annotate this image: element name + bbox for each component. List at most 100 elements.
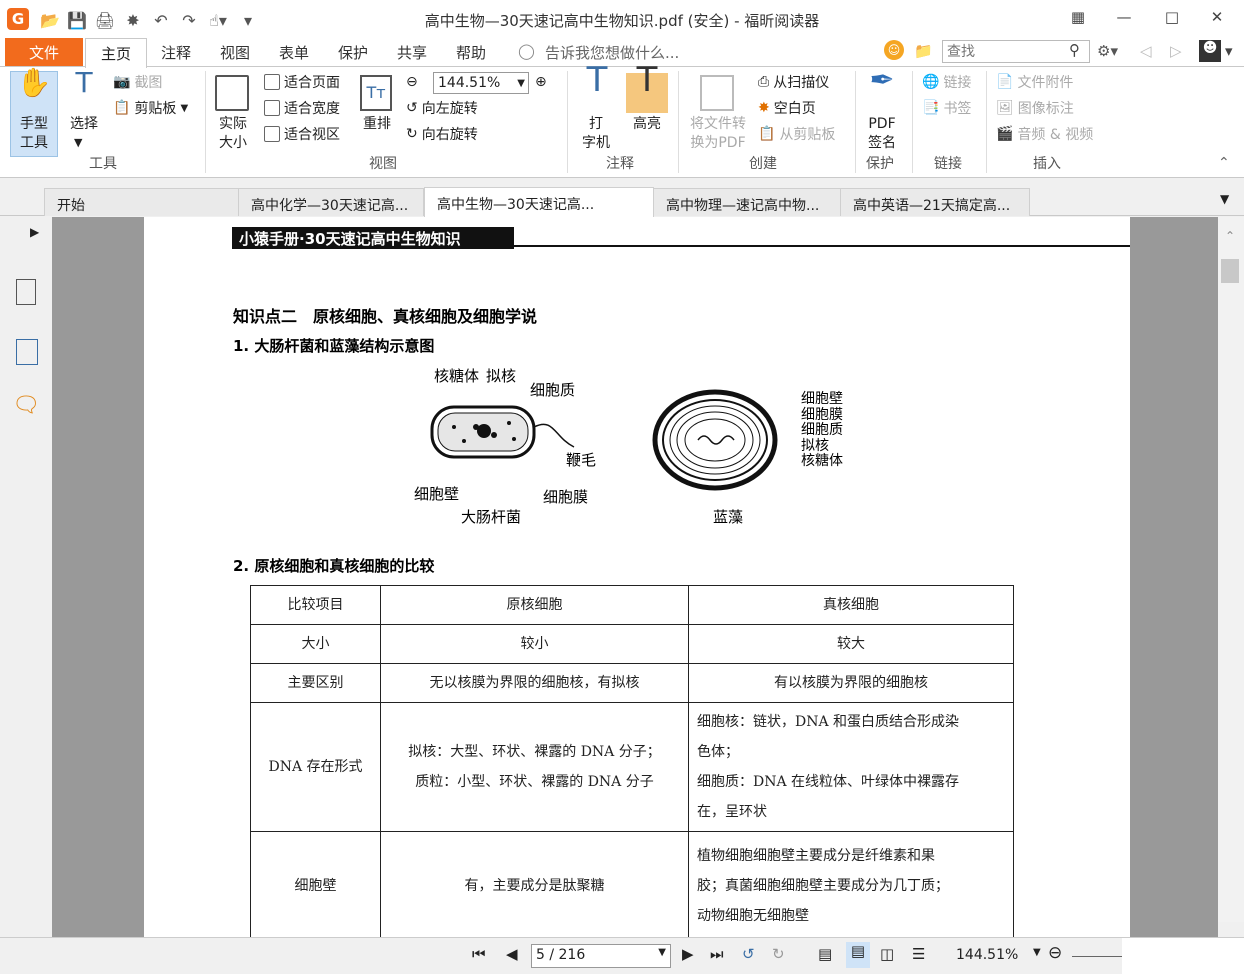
pages-icon[interactable]: [16, 279, 36, 305]
tab-view[interactable]: 视图: [220, 42, 250, 63]
search-icon[interactable]: ⚲: [1069, 41, 1080, 59]
zoom-level[interactable]: 144.51%: [956, 947, 1018, 963]
tab-help[interactable]: 帮助: [456, 42, 486, 63]
prev-arrow-icon[interactable]: ◁: [1140, 42, 1152, 60]
continuous-page-icon[interactable]: ▤: [846, 942, 870, 968]
zoom-in-icon[interactable]: ⊕: [535, 71, 547, 93]
scroll-up-icon[interactable]: ⌃: [1225, 229, 1235, 243]
typewriter-label[interactable]: 打 字机: [576, 115, 616, 153]
ecoli-label-cell-wall: 细胞壁: [414, 485, 460, 503]
comments-icon[interactable]: 🗨: [12, 393, 40, 418]
fit-width-button[interactable]: 适合宽度: [264, 97, 340, 119]
zoom-out-icon[interactable]: ⊖: [406, 71, 418, 93]
user-avatar-icon[interactable]: ☻: [1199, 40, 1221, 62]
highlight-label[interactable]: 高亮: [626, 115, 668, 134]
vertical-scrollbar[interactable]: ⌃: [1218, 217, 1244, 922]
fit-visible-button[interactable]: 适合视区: [264, 123, 340, 145]
tab-list-dropdown-icon[interactable]: ▼: [1220, 192, 1229, 206]
zoom-out-status-icon[interactable]: ⊖: [1048, 943, 1062, 963]
audio-video-button[interactable]: 🎬 音频 & 视频: [996, 123, 1093, 145]
fit-visible-icon: [264, 126, 280, 142]
next-view-icon[interactable]: ↻: [772, 945, 785, 963]
page-number-input[interactable]: 5 / 216 ▼: [531, 944, 671, 968]
link-button[interactable]: 🌐 链接: [922, 71, 971, 93]
pdf-sign-icon[interactable]: ✒: [864, 66, 900, 96]
last-page-icon[interactable]: ⏭: [710, 945, 724, 963]
tab-form[interactable]: 表单: [279, 42, 309, 63]
tab-share[interactable]: 共享: [397, 42, 427, 63]
user-dropdown-icon[interactable]: ▾: [1225, 42, 1233, 60]
convert-pdf-label[interactable]: 将文件转 换为PDF: [684, 115, 752, 153]
tab-home[interactable]: 主页: [85, 38, 147, 68]
tab-comment[interactable]: 注释: [161, 42, 191, 63]
close-window-icon[interactable]: ✕: [1205, 8, 1229, 28]
file-attachment-button[interactable]: 📄 文件附件: [996, 71, 1073, 93]
single-page-icon[interactable]: ▤: [818, 945, 832, 963]
zoom-combo[interactable]: 144.51% ▼: [433, 72, 529, 94]
table-row: 主要区别 无以核膜为界限的细胞核，有拟核 有以核膜为界限的细胞核: [250, 663, 1014, 703]
settings-gear-icon[interactable]: ⚙▾: [1097, 42, 1118, 60]
scroll-thumb[interactable]: [1221, 259, 1239, 283]
ecoli-label-nucleoid: 拟核: [486, 367, 517, 385]
next-arrow-icon[interactable]: ▷: [1170, 42, 1182, 60]
bookmark-button[interactable]: 📑 书签: [922, 97, 971, 119]
pdf-sign-label[interactable]: PDF 签名: [862, 115, 902, 153]
fit-page-button[interactable]: 适合页面: [264, 71, 340, 93]
first-page-icon[interactable]: ⏮: [472, 945, 486, 963]
facing-page-icon[interactable]: ◫: [880, 945, 894, 963]
media-icon: 🎬: [996, 126, 1014, 142]
doc-tab-chemistry[interactable]: 高中化学—30天速记高...: [238, 188, 424, 216]
expand-panel-icon[interactable]: ▶: [30, 225, 39, 239]
from-clipboard-button[interactable]: 📋 从剪贴板: [758, 123, 835, 145]
continuous-facing-icon[interactable]: ☰: [912, 945, 925, 963]
maximize-icon[interactable]: □: [1160, 8, 1184, 28]
previous-view-icon[interactable]: ↺: [742, 945, 755, 963]
layers-icon[interactable]: [16, 339, 38, 365]
doc-tab-physics[interactable]: 高中物理—速记高中物...: [653, 188, 841, 216]
next-page-icon[interactable]: ▶: [682, 945, 694, 963]
search-input[interactable]: [942, 40, 1090, 63]
prev-page-icon[interactable]: ◀: [506, 945, 518, 963]
status-bar: ⏮ ◀ 5 / 216 ▼ ▶ ⏭ ↺ ↻ ▤ ▤ ◫ ☰ 144.51% ▼ ⊖: [0, 937, 1244, 974]
actual-size-icon[interactable]: [215, 75, 249, 111]
convert-pdf-icon[interactable]: [700, 75, 734, 111]
collapse-ribbon-icon[interactable]: ⌃: [1218, 155, 1230, 171]
blank-page-button[interactable]: ✸ 空白页: [758, 97, 816, 119]
zoom-level-dropdown-icon[interactable]: ▼: [1033, 947, 1041, 958]
fullscreen-icon[interactable]: ▦: [1066, 8, 1090, 28]
select-text-icon[interactable]: T: [66, 69, 102, 97]
group-label-create: 创建: [749, 156, 777, 172]
zoom-dropdown-icon: ▼: [517, 77, 525, 89]
rotate-right-icon: ↻: [406, 126, 418, 142]
comparison-table: 比较项目 原核细胞 真核细胞 大小 较小 较大 主要区别 无以核膜为界限的细胞核…: [250, 585, 1014, 937]
hand-tool-label: 手型 工具: [20, 116, 48, 151]
reflow-label[interactable]: 重排: [358, 115, 396, 134]
document-tabs: 开始 高中化学—30天速记高... 高中生物—30天速记高... ✕ 高中物理—…: [0, 180, 1244, 392]
typewriter-icon[interactable]: T: [578, 63, 616, 97]
doc-tab-english[interactable]: 高中英语—21天搞定高...: [840, 188, 1030, 216]
select-dropdown-icon[interactable]: ▼: [74, 133, 82, 152]
tell-me-box[interactable]: 告诉我您想做什么...: [545, 42, 679, 63]
find-folder-icon[interactable]: 📁: [914, 42, 933, 60]
zoom-slider[interactable]: [1072, 956, 1122, 957]
rotate-right-button[interactable]: ↻ 向右旋转: [406, 123, 478, 145]
tab-protect[interactable]: 保护: [338, 42, 368, 63]
screenshot-button[interactable]: 📷 截图: [113, 71, 162, 93]
file-menu[interactable]: 文件: [5, 38, 83, 66]
minimize-icon[interactable]: —: [1112, 8, 1136, 28]
table-cell: 拟核：大型、环状、裸露的 DNA 分子； 质粒：小型、环状、裸露的 DNA 分子: [380, 702, 689, 832]
title-bar: G 📂 💾 🖨 ✸ ↶ ↷ ☝▾ ▾ 高中生物—30天速记高中生物知识.pdf …: [0, 0, 1244, 38]
doc-tab-biology[interactable]: 高中生物—30天速记高...: [424, 187, 654, 217]
from-scanner-button[interactable]: ⎙ 从扫描仪: [758, 71, 829, 93]
doc-tab-start[interactable]: 开始: [44, 188, 240, 216]
fit-page-icon: [264, 74, 280, 90]
reflow-icon[interactable]: Tт: [360, 75, 392, 111]
smile-feedback-icon[interactable]: ☺: [884, 40, 904, 60]
rotate-left-button[interactable]: ↺ 向左旋转: [406, 97, 478, 119]
clipboard-button[interactable]: 📋 剪贴板 ▼: [113, 97, 188, 119]
image-annotation-button[interactable]: 🖼 图像标注: [996, 97, 1074, 119]
select-label[interactable]: 选择: [64, 115, 104, 134]
actual-size-label[interactable]: 实际 大小: [212, 115, 254, 153]
table-cell: 有以核膜为界限的细胞核: [688, 663, 1014, 703]
ribbon-divider: [567, 71, 568, 173]
